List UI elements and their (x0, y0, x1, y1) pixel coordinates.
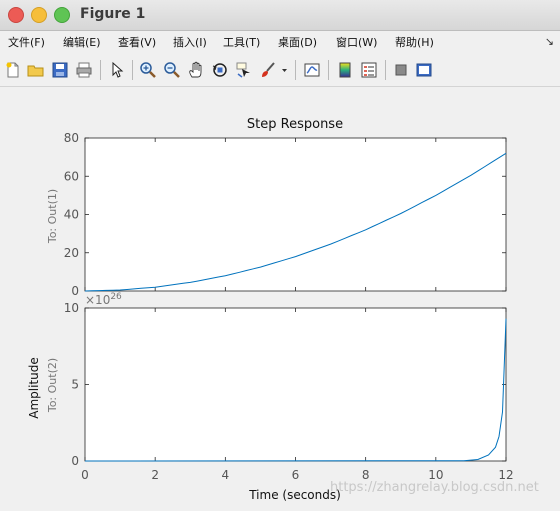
y-tick-label-out1: 60 (64, 169, 79, 183)
watermark-text: https://zhangrelay.blog.csdn.net (330, 480, 539, 495)
plot-area-out1 (84, 137, 507, 292)
menu-view[interactable]: 查看(V) (118, 34, 156, 50)
window-title: Figure 1 (80, 6, 146, 22)
zoom-out-icon[interactable] (163, 61, 181, 79)
x-axis-label: Time (seconds) (248, 488, 341, 502)
y-tick-label-out2: 0 (71, 454, 79, 468)
new-figure-icon[interactable] (4, 61, 22, 79)
data-cursor-icon[interactable] (235, 61, 253, 79)
link-plot-icon[interactable] (303, 61, 321, 79)
toolbar-separator (295, 60, 296, 80)
zoom-in-icon[interactable] (139, 61, 157, 79)
menu-help[interactable]: 帮助(H) (395, 34, 434, 50)
menu-insert[interactable]: 插入(I) (173, 34, 207, 50)
figure-toolbar (0, 54, 560, 87)
rotate-icon[interactable] (211, 61, 229, 79)
menu-overflow-icon[interactable]: ↘ (545, 35, 554, 48)
menu-tools[interactable]: 工具(T) (223, 34, 260, 50)
hide-plot-tools-icon[interactable] (392, 61, 410, 79)
menu-edit[interactable]: 编辑(E) (63, 34, 101, 50)
minimize-window-button[interactable] (31, 7, 47, 23)
y-tick-label-out1: 40 (64, 208, 79, 222)
step-response-plot[interactable]: Step Response Amplitude To: Out(1) To: O… (0, 87, 560, 507)
ylabel-out2: To: Out(2) (46, 358, 59, 413)
axes-out2: 05100 2 4 6 8 10 12 (64, 301, 514, 482)
x-tick-label: 0 (81, 468, 89, 482)
y-tick-label-out1: 20 (64, 246, 79, 260)
amplitude-label: Amplitude (27, 357, 41, 419)
save-icon[interactable] (51, 61, 69, 79)
y-tick-label-out1: 80 (64, 131, 79, 145)
y-tick-label-out2: 10 (64, 301, 79, 315)
chart-title: Step Response (247, 117, 343, 132)
window-titlebar: Figure 1 (0, 0, 560, 31)
figure-canvas: Step Response Amplitude To: Out(1) To: O… (0, 87, 560, 507)
toolbar-separator (328, 60, 329, 80)
plot-area-out2 (84, 307, 507, 462)
axes-out1: 0 20 40 60 80 (64, 131, 507, 298)
maximize-window-button[interactable] (54, 7, 70, 23)
show-plot-tools-icon[interactable] (415, 61, 433, 79)
y-tick-label-out1: 0 (71, 284, 79, 298)
menu-window[interactable]: 窗口(W) (336, 34, 377, 50)
menu-file[interactable]: 文件(F) (8, 34, 45, 50)
toolbar-separator (385, 60, 386, 80)
open-icon[interactable] (27, 61, 45, 79)
menu-bar: 文件(F) 编辑(E) 查看(V) 插入(I) 工具(T) 桌面(D) 窗口(W… (0, 31, 560, 53)
x-tick-label: 6 (292, 468, 300, 482)
pan-icon[interactable] (187, 61, 205, 79)
x-tick-label: 4 (222, 468, 230, 482)
print-icon[interactable] (75, 61, 93, 79)
toolbar-separator (132, 60, 133, 80)
brush-dropdown-icon[interactable] (279, 61, 289, 79)
y-tick-label-out2: 5 (71, 378, 79, 392)
colorbar-icon[interactable] (336, 61, 354, 79)
menu-desktop[interactable]: 桌面(D) (278, 34, 317, 50)
x-tick-label: 2 (151, 468, 159, 482)
legend-icon[interactable] (360, 61, 378, 79)
close-window-button[interactable] (8, 7, 24, 23)
brush-icon[interactable] (259, 61, 277, 79)
toolbar-separator (100, 60, 101, 80)
pointer-icon[interactable] (108, 61, 126, 79)
ylabel-out1: To: Out(1) (46, 189, 59, 244)
